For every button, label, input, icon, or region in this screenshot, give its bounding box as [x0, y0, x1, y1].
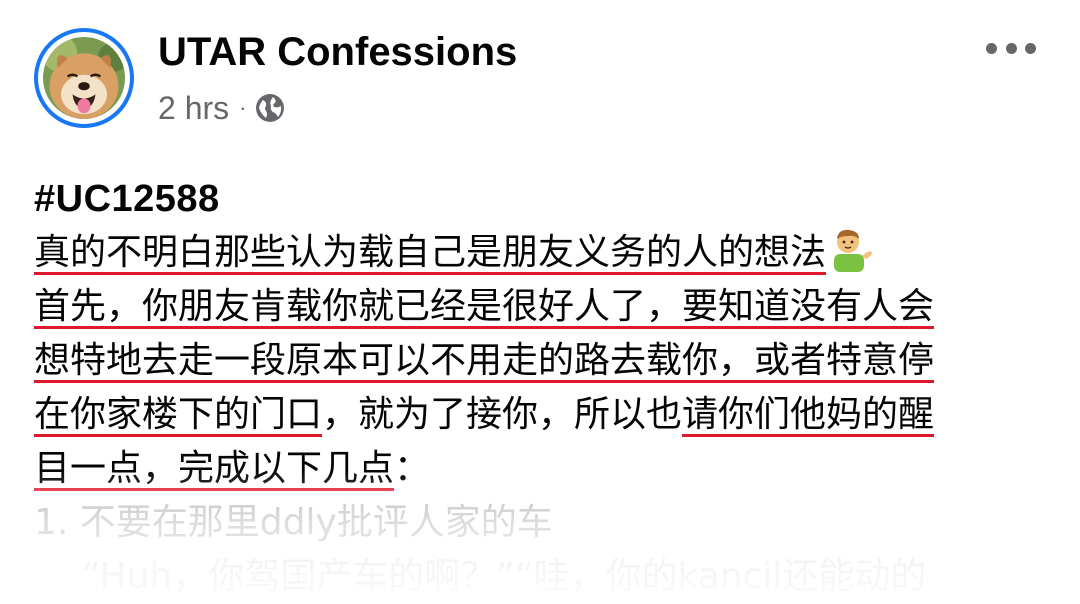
faded-text-line: “Huh，你驾国产车的啊？”“哇，你的kancil还能动的	[82, 556, 927, 597]
post-hashtag[interactable]: #UC12588	[34, 172, 1044, 226]
man-tipping-hand-emoji-icon	[828, 226, 874, 272]
meta-separator: ·	[239, 95, 247, 120]
page-avatar[interactable]	[34, 28, 134, 128]
post-meta: 2 hrs ·	[158, 86, 286, 130]
more-dot	[1025, 42, 1036, 54]
more-dot	[1005, 42, 1017, 54]
post-timestamp[interactable]: 2 hrs	[158, 90, 229, 127]
underlined-text: 目一点，完成以下几点	[34, 448, 395, 489]
underlined-text: 请你们他妈的醒	[682, 394, 935, 435]
underlined-text: 在你家楼下的门口	[34, 394, 323, 435]
faded-text-line: 1. 不要在那里ddly批评人家的车	[34, 502, 553, 543]
plain-text: ：	[394, 448, 431, 489]
more-options-button[interactable]	[986, 30, 1036, 66]
post-line: 在你家楼下的门口，就为了接你，所以也请你们他妈的醒	[34, 388, 1044, 442]
plain-text: ，就为了接你，所以也	[322, 394, 683, 435]
globe-icon[interactable]	[254, 92, 286, 124]
more-horizontal-icon	[986, 42, 997, 54]
page-name[interactable]: UTAR Confessions	[158, 28, 517, 76]
post-text: #UC12588 真的不明白那些认为载自己是朋友义务的人的想法 首先，你朋友肯载…	[34, 172, 1044, 604]
post-line: 真的不明白那些认为载自己是朋友义务的人的想法	[34, 226, 1044, 280]
underlined-text: 想特地去走一段原本可以不用走的路去载你，或者特意停	[34, 340, 935, 381]
post-line: 目一点，完成以下几点：	[34, 442, 1044, 496]
dog-face-avatar-icon	[43, 37, 125, 119]
underlined-text: 首先，你朋友肯载你就已经是很好人了，要知道没有人会	[34, 286, 935, 327]
underlined-text: 真的不明白那些认为载自己是朋友义务的人的想法	[34, 232, 827, 273]
